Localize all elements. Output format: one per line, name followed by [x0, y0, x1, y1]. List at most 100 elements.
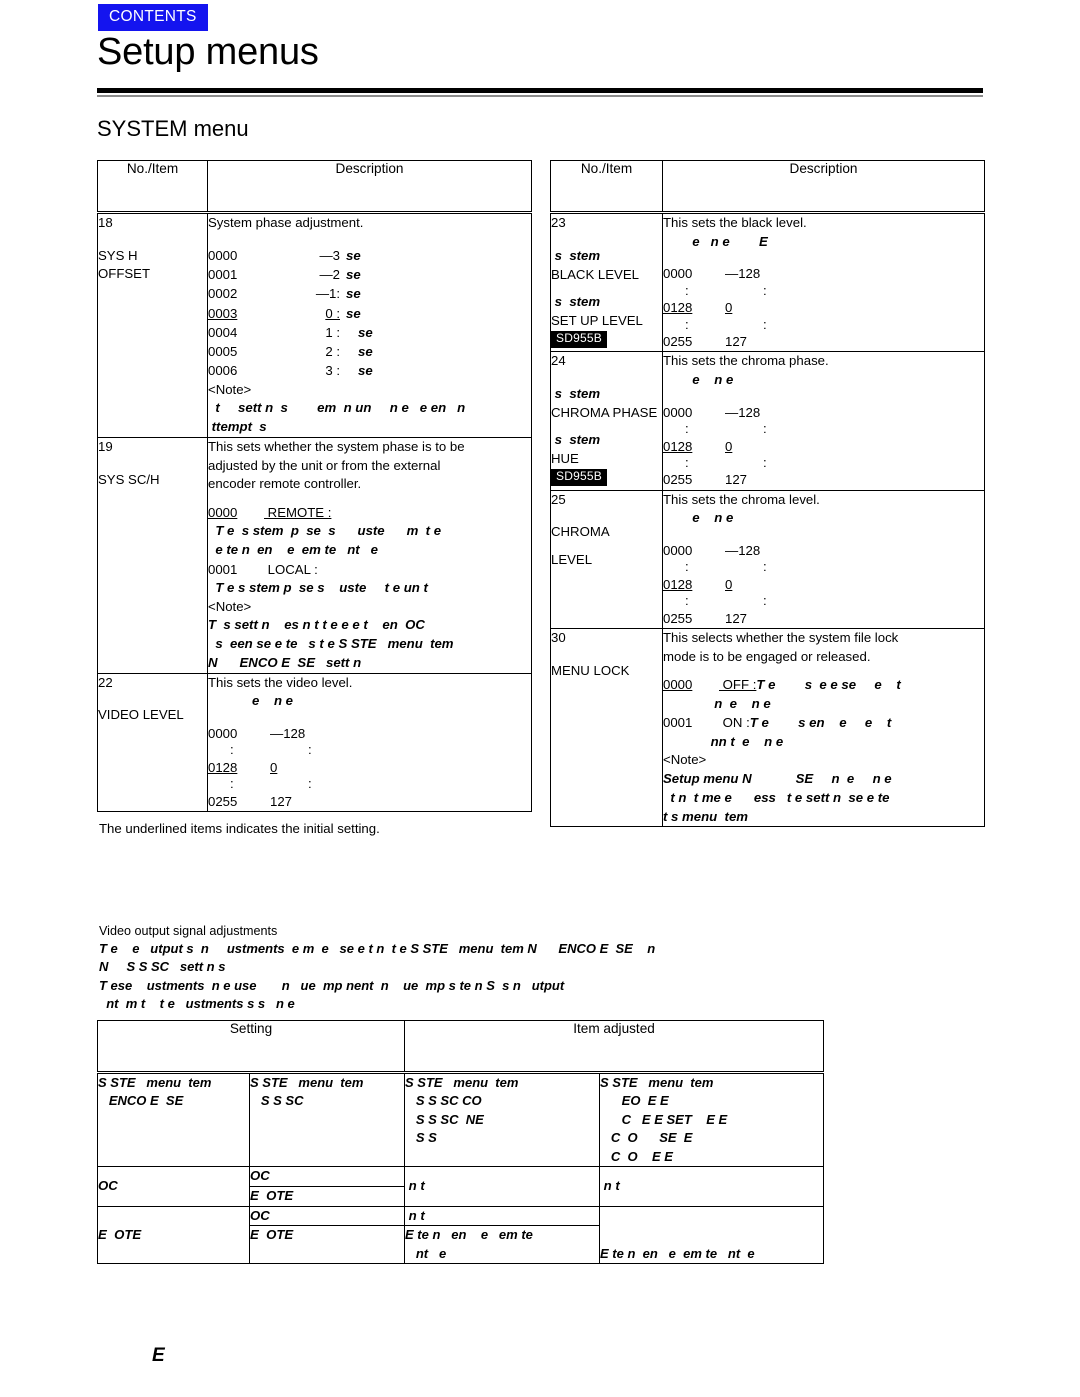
- note-body: Setup menu N SE n e n e t n t me e ess t…: [663, 770, 984, 826]
- value-unit: se: [358, 363, 373, 379]
- item-adjusted-col3-line: E te n en e em te: [405, 1227, 533, 1243]
- value-row: 0001 —2 se: [208, 265, 531, 284]
- item-adjusted-col3-label: n t: [405, 1207, 425, 1223]
- range-row: ::: [663, 316, 984, 333]
- range-code: 0128: [208, 759, 238, 775]
- subheader-line: S STE menu tem: [600, 1075, 714, 1090]
- value-range-list: 0000 —128::0128 0::0255 127: [208, 724, 531, 811]
- subheader-line: C E E SET E E: [600, 1111, 728, 1127]
- value-code: 0002: [208, 286, 238, 302]
- option-inline-degraded: T e s e e se e t: [756, 677, 901, 693]
- row-no-item-cell: 19 SYS SC/H: [97, 436, 208, 674]
- range-value: 127: [270, 793, 293, 809]
- value-amount: 0 :: [325, 305, 340, 321]
- subheader-line: ENCO E SE: [98, 1093, 184, 1109]
- range-code: 0000: [663, 404, 693, 420]
- column-header-no-item: No./Item: [97, 160, 208, 214]
- range-value: 0: [725, 438, 733, 454]
- subheader-line: C O E E: [600, 1148, 673, 1164]
- range-value: —128: [725, 266, 761, 282]
- value-unit: se: [346, 286, 361, 302]
- table-row: 23 s stem BLACK LEVEL s stem SET UP LEVEL S…: [550, 211, 985, 353]
- value-unit: se: [346, 247, 361, 263]
- value-code: 0005: [208, 344, 238, 360]
- row-item-degraded-label: s stem: [551, 386, 601, 402]
- table-row: 19 SYS SC/H This sets whether the system…: [97, 436, 532, 674]
- option-code: 0001: [208, 561, 238, 577]
- range-code: :: [230, 776, 234, 792]
- subheader-line: S STE menu tem: [250, 1075, 364, 1090]
- row-no-item-cell: 23 s stem BLACK LEVEL s stem SET UP LEVEL S…: [550, 211, 663, 353]
- subheader-line: EO E E: [600, 1093, 669, 1109]
- row-number: 22: [98, 674, 113, 690]
- value-code: 0001: [208, 267, 238, 282]
- item-adjusted-col4-cell: n t: [599, 1166, 825, 1207]
- option-inline-degraded: T e s en e e t: [749, 715, 892, 731]
- range-row: ::: [663, 282, 984, 299]
- row-no-item-cell: 22 VIDEO LEVEL: [97, 672, 208, 812]
- range-value: —128: [725, 543, 761, 559]
- degraded-subtitle: e n e: [208, 693, 294, 709]
- range-row: ::: [663, 560, 984, 575]
- note-line: t s menu tem: [663, 808, 749, 824]
- option-label: REMOTE :: [264, 505, 332, 520]
- range-value: :: [763, 282, 767, 298]
- note-body: T s sett n es n t t e e e t en OC s een …: [208, 616, 531, 672]
- subheader-cell-2: S STE menu tem S S SC CO S S SC NE S S: [404, 1071, 601, 1168]
- note-line: Setup menu N SE n e n e: [663, 771, 892, 787]
- range-row: 0128 0: [663, 575, 984, 594]
- table-header-row: No./Item Description: [550, 160, 985, 214]
- subheader-line: S STE menu tem: [405, 1075, 519, 1090]
- setting-col2-cell: OC: [248, 1166, 406, 1187]
- subheader-line: S S SC: [250, 1093, 304, 1109]
- system-menu-table-right: No./Item Description 23 s stem BLACK LEVE…: [550, 160, 985, 828]
- row-no-item-cell: 18 SYS H OFFSET: [97, 212, 208, 438]
- model-badge: SD955B: [551, 330, 607, 348]
- table-row: 24 s stem CHROMA PHASE s stem HUE SD955B Thi…: [550, 351, 985, 491]
- row-no-item-cell: 30 MENU LOCK: [550, 627, 663, 828]
- table-row: 18 SYS H OFFSET System phase adjustment.…: [97, 212, 532, 438]
- row-number: 23: [551, 215, 566, 230]
- note-line: N ENCO E SE sett n: [208, 654, 362, 670]
- range-code: 0128: [663, 438, 693, 454]
- contents-badge[interactable]: CONTENTS: [98, 4, 208, 31]
- item-adjusted-col3-line: nt e: [405, 1245, 447, 1261]
- row-item-name: SET UP LEVEL: [551, 312, 643, 328]
- option-code: 0001: [663, 715, 693, 731]
- note-body: t sett n s em n un n e e en n ttempt s: [208, 399, 531, 436]
- degraded-subtitle: e n e: [663, 510, 734, 526]
- range-value: :: [308, 742, 312, 758]
- option-label: OFF :: [719, 677, 757, 693]
- column-header-setting: Setting: [96, 1020, 406, 1074]
- value-amount: 1 :: [325, 324, 340, 340]
- value-row: 0000 —3 se: [208, 246, 531, 265]
- range-row: 0128 0: [663, 437, 984, 456]
- setting-col1-label: E OTE: [98, 1226, 142, 1242]
- footer-mark: E: [152, 1345, 165, 1366]
- range-code: :: [685, 421, 689, 437]
- range-value: :: [763, 559, 767, 575]
- value-amount: 3 :: [325, 363, 340, 379]
- range-code: :: [230, 742, 234, 758]
- range-code: :: [685, 316, 689, 332]
- table-subheader-row: S STE menu tem ENCO E SE S STE menu tem S…: [97, 1071, 825, 1168]
- option-code: 0000: [208, 505, 238, 520]
- range-code: 0255: [663, 472, 693, 488]
- setting-col2-label: E OTE: [250, 1227, 294, 1243]
- option-degraded-line: nn t e n e: [663, 733, 784, 749]
- section-title: SYSTEM menu: [97, 116, 249, 141]
- row-description-cell: This selects whether the system file loc…: [662, 627, 985, 828]
- range-row: 0128 0: [208, 758, 531, 777]
- option-degraded-line: n e n e: [663, 695, 771, 711]
- description-title: This sets the black level.: [663, 215, 807, 230]
- range-value: :: [763, 316, 767, 332]
- rule-thin: [97, 95, 983, 97]
- option-list: 0000 REMOTE : T e s stem p se s uste m t…: [208, 503, 531, 598]
- value-code: 0006: [208, 363, 238, 379]
- range-code: 0000: [663, 266, 693, 282]
- row-description-cell: System phase adjustment. 0000 —3 se 0001 —2 s…: [207, 212, 532, 438]
- row-item-name: CHROMA: [551, 524, 610, 540]
- column-header-description: Description: [207, 160, 532, 214]
- row-description-cell: This sets whether the system phase is to…: [207, 436, 532, 674]
- subheader-cell-1: S STE menu tem S S SC: [248, 1071, 406, 1168]
